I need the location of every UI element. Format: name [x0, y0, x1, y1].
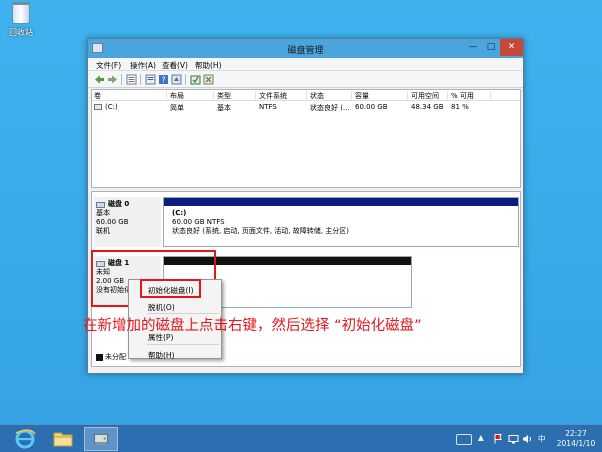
menu-separator — [147, 344, 219, 345]
recycle-bin[interactable]: 回收站 — [4, 2, 38, 38]
layout-cell: 简单 — [170, 104, 184, 112]
volume-icon[interactable] — [522, 433, 533, 445]
keyboard-icon[interactable] — [456, 434, 472, 445]
action-center-flag-icon[interactable] — [493, 433, 503, 445]
clock-date: 2014/1/10 — [556, 439, 596, 448]
settings-icon[interactable] — [203, 74, 214, 85]
column-header-capacity[interactable]: 容量 — [353, 91, 408, 101]
volume-list: 卷 布局 类型 文件系统 状态 容量 可用空间 % 可用 (C:) 简单 基本 … — [91, 89, 521, 188]
refresh-icon[interactable] — [171, 74, 182, 85]
taskbar: ▲ 中 22:27 2014/1/10 — [0, 424, 602, 452]
properties-icon[interactable] — [145, 74, 156, 85]
free-space-cell: 48.34 GB — [411, 103, 444, 111]
forward-icon[interactable] — [107, 74, 118, 85]
partition-c[interactable]: (C:) 60.00 GB NTFS 状态良好 (系统, 启动, 页面文件, 活… — [163, 197, 519, 247]
file-system-cell: NTFS — [259, 103, 277, 111]
volume-cell: (C:) — [92, 103, 167, 111]
type-cell: 基本 — [217, 104, 231, 112]
volume-list-header: 卷 布局 类型 文件系统 状态 容量 可用空间 % 可用 — [92, 90, 520, 101]
internet-explorer-icon[interactable] — [8, 427, 42, 451]
menu-view[interactable]: 查看(V) — [162, 60, 188, 71]
clock-time: 22:27 — [565, 429, 587, 438]
file-explorer-icon[interactable] — [46, 427, 80, 451]
window-title: 磁盘管理 — [287, 46, 324, 56]
partition-c-status: 状态良好 (系统, 启动, 页面文件, 活动, 故障转储, 主分区) — [172, 227, 349, 235]
column-header-file-system[interactable]: 文件系统 — [257, 91, 307, 101]
input-language-indicator[interactable]: 中 — [538, 433, 546, 445]
menu-action[interactable]: 操作(A) — [130, 60, 156, 71]
disk-0-header[interactable]: 磁盘 0 基本 60.00 GB 联机 — [94, 197, 161, 247]
column-header-volume[interactable]: 卷 — [92, 91, 167, 101]
close-button[interactable]: ✕ — [500, 39, 523, 56]
maximize-button[interactable]: □ — [482, 39, 500, 56]
legend-unallocated: 未分配 — [105, 353, 126, 361]
back-icon[interactable] — [94, 74, 105, 85]
disk-management-icon[interactable] — [84, 427, 118, 451]
initialize-highlight-box — [140, 279, 201, 298]
column-header-layout[interactable]: 布局 — [168, 91, 214, 101]
toolbar-separator — [121, 74, 122, 85]
toolbar: ? — [88, 71, 523, 88]
disk-0-type: 基本 — [96, 209, 110, 217]
column-header-status[interactable]: 状态 — [308, 91, 352, 101]
menu-item-help[interactable]: 帮助(H) — [148, 350, 175, 361]
volume-name: (C:) — [105, 103, 118, 111]
partition-c-details: (C:) 60.00 GB NTFS 状态良好 (系统, 启动, 页面文件, 活… — [164, 206, 518, 239]
percent-free-cell: 81 % — [451, 103, 469, 111]
menu-item-offline[interactable]: 脱机(O) — [148, 302, 175, 313]
disk-icon — [96, 201, 105, 208]
title-bar[interactable]: 磁盘管理 — □ ✕ — [88, 39, 523, 58]
menu-bar: 文件(F) 操作(A) 查看(V) 帮助(H) — [88, 58, 523, 71]
show-hidden-icons-icon[interactable]: ▲ — [478, 433, 484, 445]
drive-icon — [94, 104, 102, 110]
disk-0-name: 磁盘 0 — [108, 200, 130, 208]
toolbar-separator — [185, 74, 186, 85]
column-header-type[interactable]: 类型 — [215, 91, 256, 101]
disk-0-state: 联机 — [96, 227, 110, 235]
status-cell: 状态良好 (... — [310, 104, 350, 112]
partition-c-drive: (C:) — [172, 209, 187, 217]
clock[interactable]: 22:27 2014/1/10 — [552, 429, 600, 449]
svg-text:?: ? — [161, 76, 165, 85]
minimize-button[interactable]: — — [464, 39, 482, 56]
unallocated-swatch — [96, 353, 103, 361]
menu-help[interactable]: 帮助(H) — [195, 60, 222, 71]
instruction-annotation: 在新增加的磁盘上点击右键，然后选择 “初始化磁盘” — [83, 318, 422, 334]
desktop: 回收站 磁盘管理 — □ ✕ 文件(F) 操作(A) 查看(V) 帮助(H) ? — [0, 0, 602, 424]
legend: 未分配 — [96, 352, 126, 362]
recycle-bin-icon[interactable] — [12, 2, 30, 24]
partition-c-size: 60.00 GB NTFS — [172, 218, 225, 226]
column-header-free-space[interactable]: 可用空间 — [409, 91, 448, 101]
network-icon[interactable] — [508, 433, 519, 445]
column-header-percent-free[interactable]: % 可用 — [449, 91, 491, 101]
disk-0-size: 60.00 GB — [96, 218, 129, 226]
list-icon[interactable] — [126, 74, 137, 85]
help-icon[interactable]: ? — [158, 74, 169, 85]
disk-0-title: 磁盘 0 — [96, 200, 159, 209]
recycle-bin-label: 回收站 — [9, 28, 33, 37]
capacity-cell: 60.00 GB — [355, 103, 388, 111]
toolbar-separator — [140, 74, 141, 85]
menu-file[interactable]: 文件(F) — [96, 60, 121, 71]
disk-icon[interactable] — [190, 74, 201, 85]
primary-partition-bar — [164, 198, 518, 206]
